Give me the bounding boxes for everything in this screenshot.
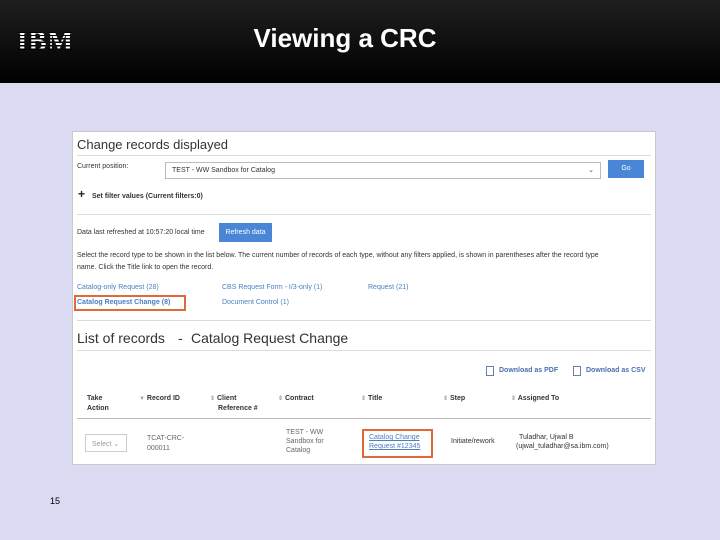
sort-icon: ⇕ xyxy=(511,396,517,402)
column-header-assigned-to[interactable]: ⇕ Assigned To xyxy=(511,395,559,402)
page-number: 15 xyxy=(50,496,61,506)
row-contract-3: Catalog xyxy=(286,447,311,454)
divider xyxy=(77,320,651,321)
column-header-contract[interactable]: ⇕ Contract xyxy=(278,395,314,402)
divider xyxy=(77,214,651,215)
slide-title: Viewing a CRC xyxy=(253,23,437,53)
record-type-catalog-request-change[interactable]: Catalog Request Change (8) xyxy=(77,299,170,306)
column-header-take-action[interactable]: Take xyxy=(87,395,102,402)
sort-icon: ⇕ xyxy=(278,396,284,402)
row-title-link[interactable]: Catalog Change xyxy=(369,434,420,441)
column-header-title[interactable]: ⇕ Title xyxy=(361,395,382,402)
chevron-down-icon: ⌄ xyxy=(588,167,594,174)
row-assigned-name: Tuladhar, Ujwal B xyxy=(519,434,574,441)
chevron-down-icon: ⌄ xyxy=(113,441,120,448)
row-contract-2: Sandbox for xyxy=(286,438,324,445)
row-title-link-line2[interactable]: Request #12345 xyxy=(369,443,420,450)
refreshed-text: Data last refreshed at 10:57:20 local ti… xyxy=(77,229,205,236)
column-header-step[interactable]: ⇕ Step xyxy=(443,395,465,402)
row-step: Initiate/rework xyxy=(451,438,495,445)
list-heading-separator: - xyxy=(178,330,183,346)
slide-header-bar: IBM Viewing a CRC xyxy=(0,0,720,83)
pdf-file-icon xyxy=(486,366,494,376)
sort-icon: ⇕ xyxy=(361,396,367,402)
divider xyxy=(77,155,651,156)
page-heading: Change records displayed xyxy=(77,137,229,152)
divider xyxy=(77,350,651,351)
current-position-label: Current position: xyxy=(77,163,129,170)
set-filter-link[interactable]: Set filter values (Current filters:0) xyxy=(92,193,203,200)
sort-down-icon: ▼ xyxy=(139,396,145,402)
record-type-catalog-only[interactable]: Catalog-only Request (28) xyxy=(77,284,159,291)
download-pdf-link[interactable]: Download as PDF xyxy=(499,367,558,374)
record-type-request[interactable]: Request (21) xyxy=(368,284,408,291)
current-position-select[interactable]: TEST - WW Sandbox for Catalog ⌄ xyxy=(165,162,601,179)
select-action-dropdown[interactable]: Select ⌄ xyxy=(85,434,127,452)
column-header-client-ref-line2: Reference # xyxy=(218,405,258,412)
list-record-type: Catalog Request Change xyxy=(191,330,349,346)
column-header-record-id[interactable]: ▼ Record ID xyxy=(139,395,180,402)
instructions-line-2: name. Click the Title link to open the r… xyxy=(77,264,214,271)
refresh-data-button[interactable]: Refresh data xyxy=(219,223,272,242)
plus-icon[interactable]: + xyxy=(78,188,85,200)
app-screenshot: Change records displayed Current positio… xyxy=(72,131,656,465)
instructions-line-1: Select the record type to be shown in th… xyxy=(77,252,599,259)
current-position-value: TEST - WW Sandbox for Catalog xyxy=(172,167,275,174)
column-header-take-action-line2: Action xyxy=(87,405,109,412)
row-contract-1: TEST - WW xyxy=(286,429,324,436)
record-type-cbs-request[interactable]: CBS Request Form - I/3-only (1) xyxy=(222,284,322,291)
column-header-client-ref[interactable]: ⇕ Client xyxy=(210,395,236,402)
csv-file-icon xyxy=(573,366,581,376)
go-button[interactable]: Go xyxy=(608,160,644,178)
sort-icon: ⇕ xyxy=(210,396,216,402)
sort-icon: ⇕ xyxy=(443,396,449,402)
row-record-id-1: TCAT-CRC- xyxy=(147,435,185,442)
record-type-document-control[interactable]: Document Control (1) xyxy=(222,299,289,306)
row-assigned-email: (ujwal_tuladhar@sa.ibm.com) xyxy=(516,443,609,450)
list-heading: List of records xyxy=(77,330,165,346)
row-record-id-2: 000011 xyxy=(147,445,170,452)
download-csv-link[interactable]: Download as CSV xyxy=(586,367,646,374)
divider xyxy=(77,418,651,419)
